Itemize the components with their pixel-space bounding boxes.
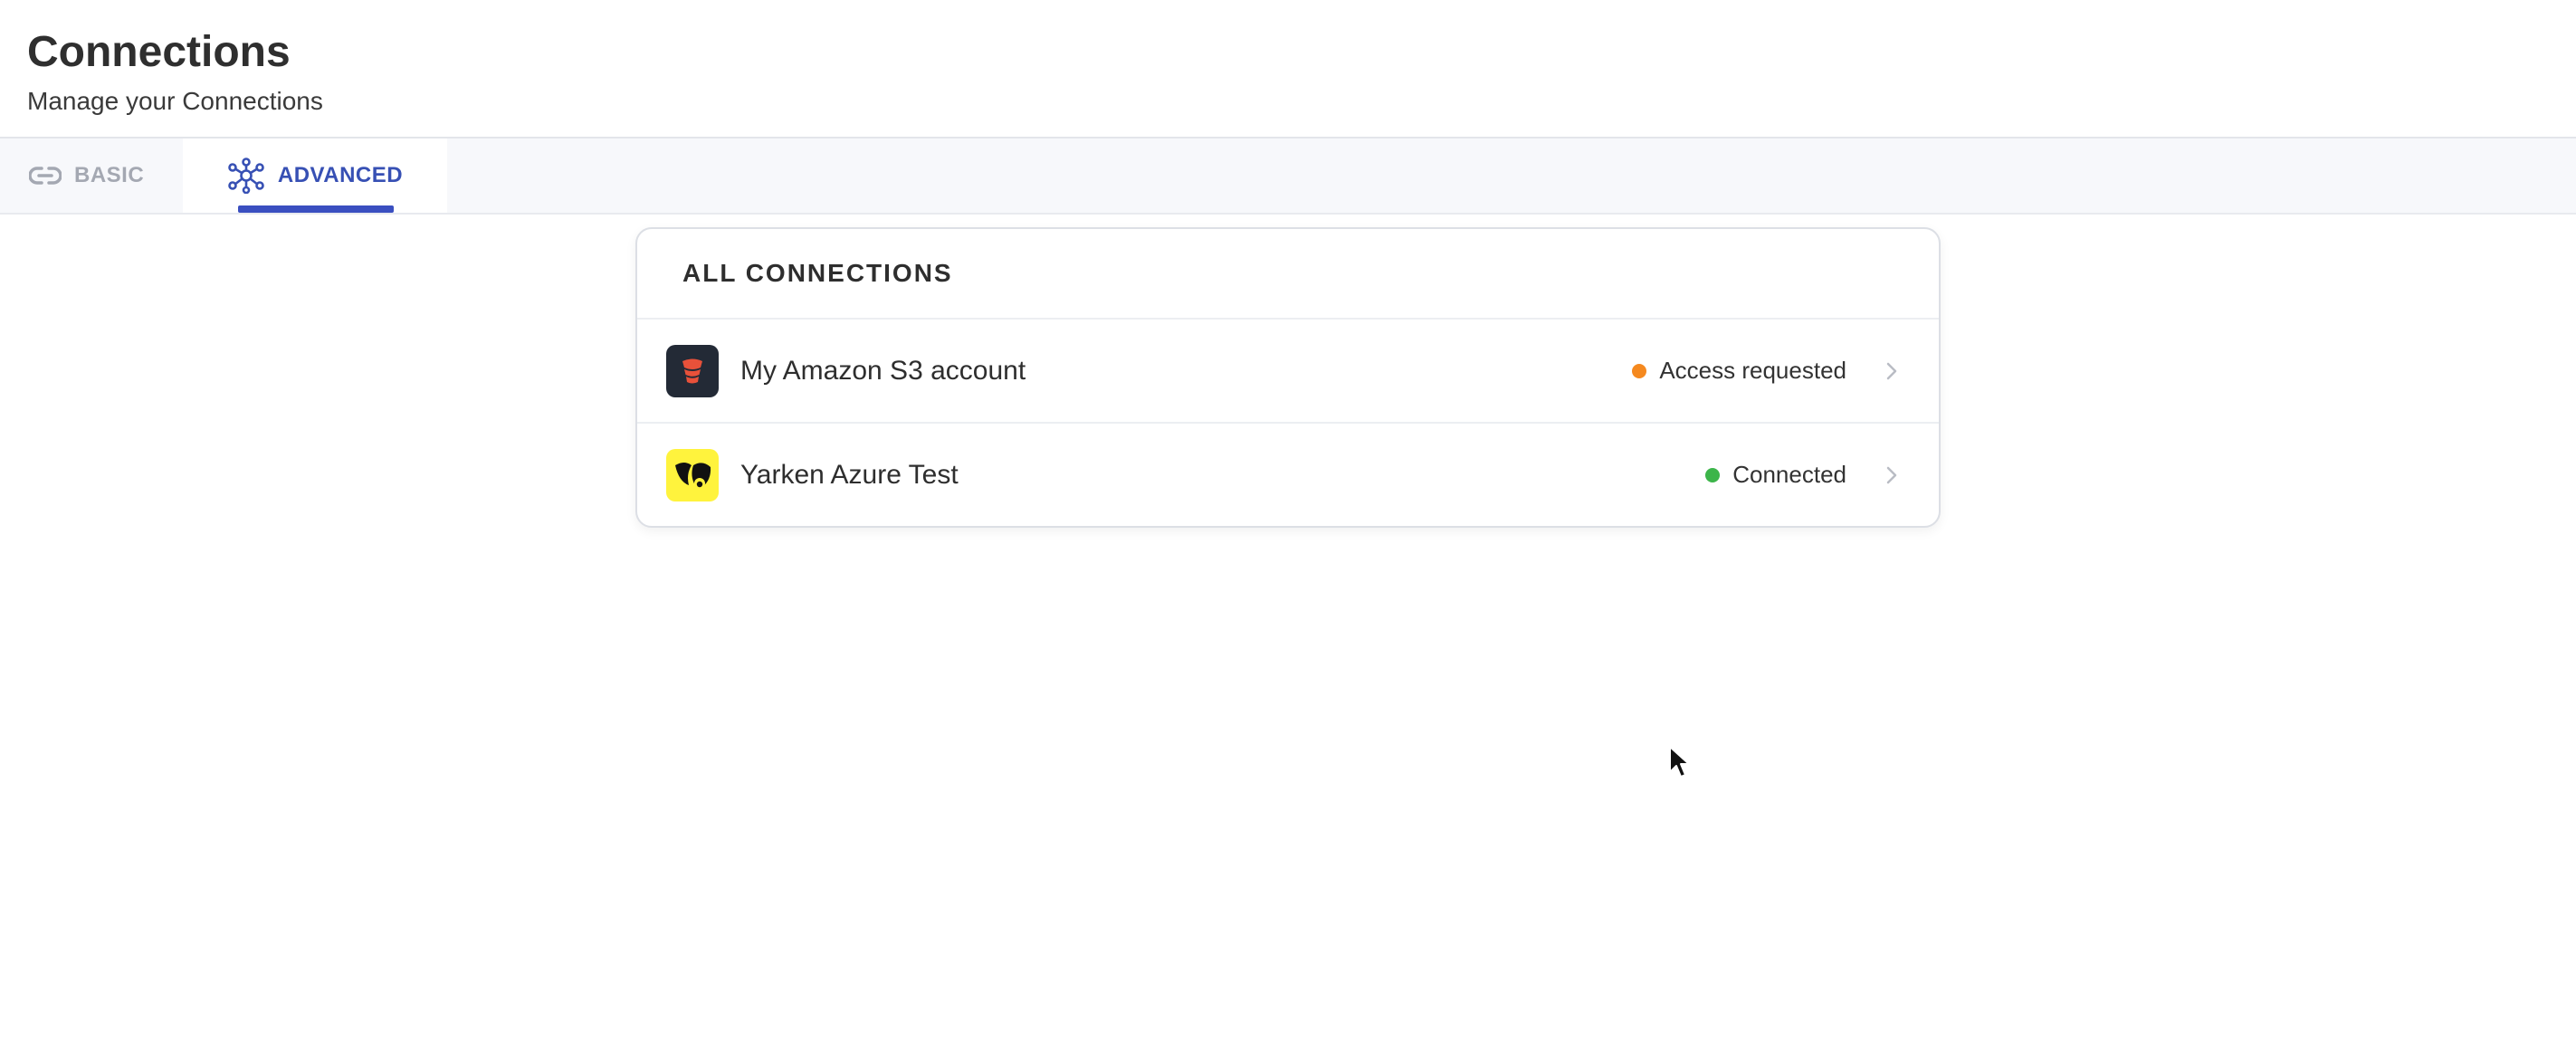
- tab-advanced-label: ADVANCED: [277, 163, 404, 187]
- mouse-cursor-icon: [1668, 745, 1692, 784]
- connection-name: My Amazon S3 account: [740, 355, 1026, 386]
- status-text: Access requested: [1659, 357, 1846, 384]
- tab-basic-label: BASIC: [74, 163, 145, 187]
- link-icon: [29, 166, 62, 186]
- connection-row-amazon-s3[interactable]: My Amazon S3 account Access requested: [637, 320, 1939, 422]
- chevron-right-icon[interactable]: [1881, 361, 1903, 381]
- chevron-right-icon[interactable]: [1881, 465, 1903, 485]
- tab-advanced[interactable]: ADVANCED: [183, 138, 447, 213]
- page-title: Connections: [27, 28, 291, 76]
- active-tab-indicator: [238, 205, 394, 213]
- connection-name: Yarken Azure Test: [740, 459, 959, 490]
- tab-basic[interactable]: BASIC: [29, 138, 144, 213]
- connection-status: Connected: [1705, 461, 1846, 489]
- connection-row-yarken-azure[interactable]: Yarken Azure Test Connected: [637, 422, 1939, 526]
- tab-bar: BASIC ADVANCED: [0, 137, 2576, 215]
- amazon-s3-logo: [666, 344, 719, 397]
- connections-card: ALL CONNECTIONS My Amazon S3 account Acc…: [635, 227, 1941, 528]
- yarken-logo: [666, 448, 719, 501]
- page-header: Connections Manage your Connections: [27, 25, 323, 118]
- card-title: ALL CONNECTIONS: [637, 229, 1939, 320]
- page-subtitle: Manage your Connections: [27, 87, 323, 115]
- network-icon: [227, 158, 265, 194]
- status-text: Connected: [1732, 461, 1846, 488]
- status-dot: [1632, 363, 1647, 378]
- status-dot: [1705, 467, 1721, 482]
- connection-status: Access requested: [1632, 357, 1846, 385]
